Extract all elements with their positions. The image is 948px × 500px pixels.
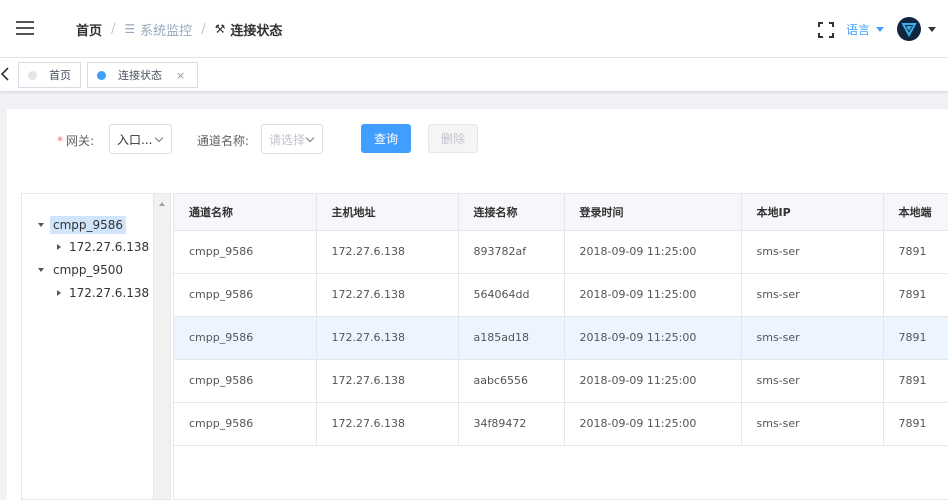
breadcrumb-separator: / <box>201 21 206 37</box>
tree-node-label: 172.27.6.138 <box>69 240 150 254</box>
caret-down-icon[interactable] <box>928 27 936 32</box>
channel-placeholder: 请选择 <box>269 132 306 147</box>
connection-table: 通道名称 主机地址 连接名称 登录时间 本地IP 本地端 cmpp_9586 1… <box>173 193 948 500</box>
table-row[interactable]: cmpp_9586 172.27.6.138 aabc6556 2018-09-… <box>174 359 948 403</box>
tree-node-label: 172.27.6.138 <box>69 286 150 300</box>
wrench-icon: ⚒ <box>214 22 226 36</box>
tag-dot <box>97 70 106 80</box>
language-label: 语言 <box>846 23 871 37</box>
table-row-highlighted[interactable]: cmpp_9586 172.27.6.138 a185ad18 2018-09-… <box>174 316 948 360</box>
breadcrumb-system-monitor[interactable]: ☰ 系统监控 <box>124 20 192 39</box>
tag-dot <box>28 70 37 80</box>
breadcrumb-label: 连接状态 <box>230 23 283 39</box>
tree-leaf-icon[interactable] <box>57 290 61 296</box>
chevron-down-icon <box>305 133 315 143</box>
tree-expand-icon[interactable] <box>38 223 44 227</box>
table-cell: cmpp_9586 <box>174 359 317 403</box>
breadcrumb-separator: / <box>111 21 116 37</box>
table-cell: 2018-09-09 11:25:00 <box>564 230 742 274</box>
table-cell: cmpp_9586 <box>174 230 317 274</box>
table-cell: 172.27.6.138 <box>316 402 459 446</box>
table-row[interactable]: cmpp_9586 172.27.6.138 564064dd 2018-09-… <box>174 273 948 317</box>
table-cell: cmpp_9586 <box>174 273 317 317</box>
language-dropdown[interactable]: 语言 <box>846 21 885 38</box>
avatar-logo <box>901 23 917 38</box>
avatar[interactable] <box>897 17 921 41</box>
table-cell: sms-ser <box>741 230 884 274</box>
layers-icon: ☰ <box>124 22 136 36</box>
tags-bar: 首页 连接状态 × <box>0 58 948 92</box>
breadcrumb-home[interactable]: 首页 <box>76 20 102 39</box>
tree-node-cmpp-9500[interactable]: cmpp_9500 <box>38 260 126 280</box>
gateway-label-text: 网关: <box>66 134 95 148</box>
breadcrumb: 首页 / ☰ 系统监控 / ⚒ 连接状态 <box>76 20 283 39</box>
channel-tree: cmpp_9586 172.27.6.138 cmpp_9500 172.27.… <box>21 193 171 500</box>
table-cell: 2018-09-09 11:25:00 <box>564 359 742 403</box>
table-cell: 172.27.6.138 <box>316 316 459 360</box>
tree-expand-icon[interactable] <box>38 268 44 272</box>
column-header[interactable]: 主机地址 <box>316 194 459 231</box>
table-cell: 7891 <box>883 359 948 403</box>
table-cell: cmpp_9586 <box>174 316 317 360</box>
gateway-label: * 网关: <box>57 134 95 148</box>
tree-node-child[interactable]: 172.27.6.138 <box>57 237 149 257</box>
table-cell: 564064dd <box>458 273 565 317</box>
gateway-value: 入口... <box>117 132 153 147</box>
table-cell: sms-ser <box>741 273 884 317</box>
table-cell: 7891 <box>883 230 948 274</box>
table-cell: a185ad18 <box>458 316 565 360</box>
table-cell: 893782af <box>458 230 565 274</box>
tag-home[interactable]: 首页 <box>18 62 81 88</box>
table-cell: cmpp_9586 <box>174 402 317 446</box>
table-cell: 172.27.6.138 <box>316 359 459 403</box>
tree-node-child[interactable]: 172.27.6.138 <box>57 283 149 303</box>
table-cell: 34f89472 <box>458 402 565 446</box>
column-header[interactable]: 连接名称 <box>458 194 565 231</box>
column-header[interactable]: 登录时间 <box>564 194 742 231</box>
navbar: 首页 / ☰ 系统监控 / ⚒ 连接状态 语言 <box>0 0 948 58</box>
breadcrumb-label: 系统监控 <box>140 23 193 39</box>
table-cell: 7891 <box>883 402 948 446</box>
table-cell: sms-ser <box>741 359 884 403</box>
table-cell: 7891 <box>883 273 948 317</box>
table-row[interactable]: cmpp_9586 172.27.6.138 34f89472 2018-09-… <box>174 402 948 446</box>
tree-scrollbar[interactable] <box>153 194 170 499</box>
caret-down-icon <box>876 27 885 32</box>
column-header[interactable]: 通道名称 <box>174 194 317 231</box>
hamburger-icon[interactable] <box>16 21 34 35</box>
chevron-left-icon[interactable] <box>0 67 10 81</box>
table-cell: 7891 <box>883 316 948 360</box>
tree-leaf-icon[interactable] <box>57 244 61 250</box>
column-header[interactable]: 本地IP <box>741 194 884 231</box>
table-cell: aabc6556 <box>458 359 565 403</box>
tree-node-label: cmpp_9586 <box>50 216 127 234</box>
query-button[interactable]: 查询 <box>361 124 411 153</box>
table-cell: 2018-09-09 11:25:00 <box>564 273 742 317</box>
table-cell: sms-ser <box>741 402 884 446</box>
table-cell: 2018-09-09 11:25:00 <box>564 402 742 446</box>
tag-label: 首页 <box>49 69 71 82</box>
tag-label: 连接状态 <box>118 69 162 82</box>
tree-node-label: cmpp_9500 <box>53 263 124 277</box>
table-cell: 172.27.6.138 <box>316 230 459 274</box>
tag-connection-status[interactable]: 连接状态 × <box>87 62 198 88</box>
table-cell: sms-ser <box>741 316 884 360</box>
tree-node-cmpp-9586[interactable]: cmpp_9586 <box>38 215 127 235</box>
close-icon[interactable]: × <box>176 69 185 82</box>
table-cell: 172.27.6.138 <box>316 273 459 317</box>
fullscreen-icon[interactable] <box>818 22 834 38</box>
delete-button[interactable]: 删除 <box>428 124 478 153</box>
table-cell: 2018-09-09 11:25:00 <box>564 316 742 360</box>
channel-label: 通道名称: <box>197 134 250 148</box>
column-header[interactable]: 本地端 <box>883 194 948 231</box>
chevron-down-icon <box>154 133 164 143</box>
table-header-row: 通道名称 主机地址 连接名称 登录时间 本地IP 本地端 <box>174 194 948 231</box>
gateway-select[interactable]: 入口... <box>109 124 172 154</box>
channel-select[interactable]: 请选择 <box>261 124 323 154</box>
table-row[interactable]: cmpp_9586 172.27.6.138 893782af 2018-09-… <box>174 230 948 274</box>
breadcrumb-current: ⚒ 连接状态 <box>215 20 283 39</box>
